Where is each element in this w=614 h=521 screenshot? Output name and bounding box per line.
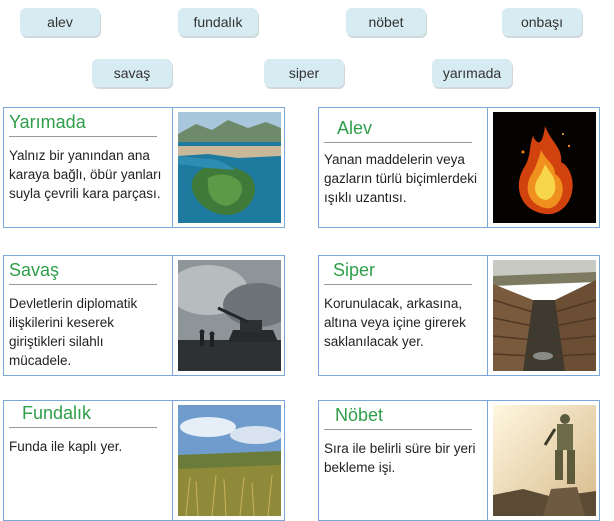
card-title: Yarımada xyxy=(9,112,86,132)
card-description: Yanan maddelerin veya gazların türlü biç… xyxy=(324,152,478,205)
word-chip-nobet: nöbet xyxy=(346,8,426,36)
word-chip-fundalik: fundalık xyxy=(178,8,258,36)
definition-card-nobet: Nöbet Sıra ile belirli süre bir yeri bek… xyxy=(318,400,600,521)
card-title: Nöbet xyxy=(335,405,384,425)
title-underline xyxy=(9,136,157,137)
card-title: Savaş xyxy=(9,260,60,280)
definition-card-alev: Alev Yanan maddelerin veya gazların türl… xyxy=(318,107,600,228)
card-divider xyxy=(487,256,488,375)
card-title: Alev xyxy=(337,118,373,138)
definition-card-siper: Siper Korunulacak, arkasına, altına veya… xyxy=(318,255,600,376)
peninsula-photo xyxy=(178,112,281,223)
title-underline xyxy=(324,429,472,430)
card-title: Fundalık xyxy=(22,403,92,423)
card-description: Sıra ile belirli süre bir yeri bekleme i… xyxy=(324,441,476,475)
card-divider xyxy=(172,108,173,227)
title-underline xyxy=(9,427,157,428)
trench-photo xyxy=(493,260,596,371)
flame-photo xyxy=(493,112,596,223)
card-divider xyxy=(487,401,488,520)
card-description: Devletlerin diplomatik ilişkilerini kese… xyxy=(9,296,138,368)
word-chip-savas: savaş xyxy=(92,59,172,87)
title-underline xyxy=(324,284,472,285)
definition-card-fundalik: Fundalık Funda ile kaplı yer. xyxy=(3,400,285,521)
word-chip-alev: alev xyxy=(20,8,100,36)
card-divider xyxy=(172,401,173,520)
card-divider xyxy=(172,256,173,375)
title-underline xyxy=(324,142,472,143)
war-scene-photo xyxy=(178,260,281,371)
card-description: Korunulacak, arkasına, altına veya içine… xyxy=(324,296,466,349)
word-chip-siper: siper xyxy=(264,59,344,87)
definition-card-yarimada: Yarımada Yalnız bir yanından ana karaya … xyxy=(3,107,285,228)
card-title: Siper xyxy=(333,260,376,280)
soldier-on-watch-photo xyxy=(493,405,596,516)
card-description: Yalnız bir yanından ana karaya bağlı, öb… xyxy=(9,148,162,201)
title-underline xyxy=(9,284,157,285)
card-divider xyxy=(487,108,488,227)
word-chip-yarimada: yarımada xyxy=(432,59,512,87)
definition-card-savas: Savaş Devletlerin diplomatik ilişkilerin… xyxy=(3,255,285,376)
card-description: Funda ile kaplı yer. xyxy=(9,439,123,454)
heath-field-photo xyxy=(178,405,281,516)
word-chip-onbasi: onbaşı xyxy=(502,8,582,36)
